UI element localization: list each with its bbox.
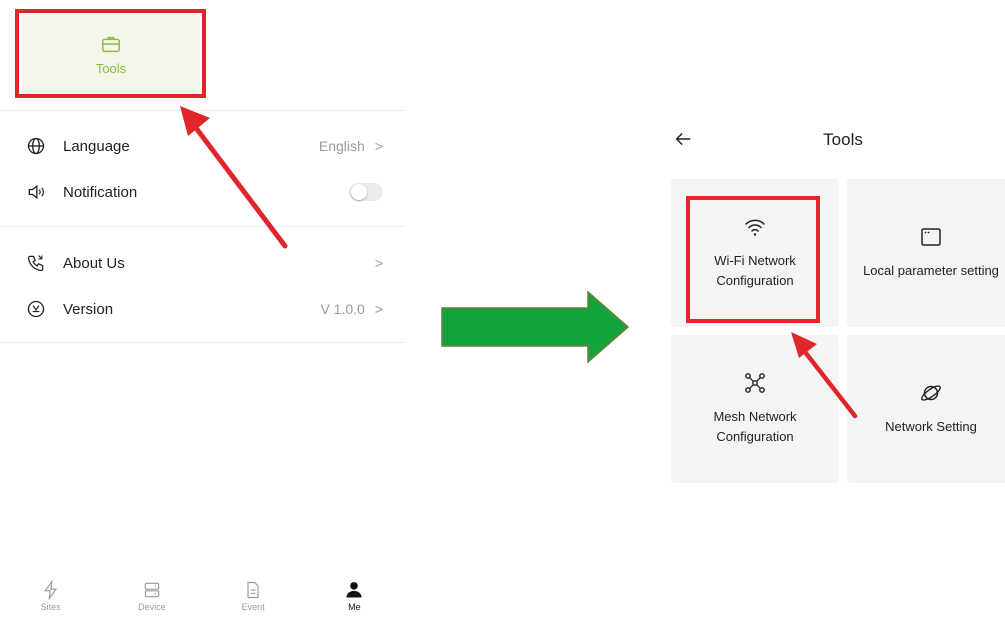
tab-event-label: Event xyxy=(241,602,265,612)
tools-button[interactable]: Tools xyxy=(22,14,200,94)
bottom-tab-bar: Sites Device Event Me xyxy=(0,576,405,622)
chevron-right-icon: > xyxy=(374,255,383,271)
tab-device-label: Device xyxy=(138,602,166,612)
me-screen: Tools Language English > Notification Ab… xyxy=(0,0,405,622)
chevron-right-icon: > xyxy=(374,301,383,317)
planet-icon xyxy=(921,385,941,401)
wifi-network-configuration-tile[interactable]: Wi-Fi Network Configuration xyxy=(671,179,839,327)
pointer-arrow-to-tools xyxy=(180,106,288,249)
chevron-right-icon: > xyxy=(374,138,383,154)
page-title: Tools xyxy=(823,130,863,149)
divider xyxy=(0,342,405,343)
tile-label-line2: Configuration xyxy=(716,273,794,288)
tab-me-label: Me xyxy=(348,602,361,612)
server-icon xyxy=(144,582,160,598)
tab-sites[interactable]: Sites xyxy=(0,576,101,622)
tile-label-line2: Configuration xyxy=(716,429,794,444)
tab-event[interactable]: Event xyxy=(203,576,304,622)
speaker-icon xyxy=(25,181,47,203)
version-label: Version xyxy=(63,300,114,318)
tools-label: Tools xyxy=(95,60,127,76)
window-icon xyxy=(921,228,941,246)
briefcase-icon xyxy=(102,36,120,52)
flow-arrow-right xyxy=(441,290,630,364)
tab-device[interactable]: Device xyxy=(101,576,202,622)
tab-me[interactable]: Me xyxy=(304,576,405,622)
tile-label-line1: Local parameter setting xyxy=(863,263,999,278)
person-icon xyxy=(346,582,362,598)
version-row[interactable]: Version V 1.0.0 > xyxy=(0,289,405,329)
notification-toggle[interactable] xyxy=(349,183,383,201)
bolt-icon xyxy=(43,580,57,600)
version-value: V 1.0.0 xyxy=(320,301,365,317)
tools-screen: Tools Wi-Fi Network Configuration Local … xyxy=(660,0,1005,622)
language-value: English xyxy=(318,138,365,154)
tile-label-line1: Wi-Fi Network xyxy=(714,253,796,268)
network-setting-tile[interactable]: Network Setting xyxy=(847,335,1005,483)
document-icon xyxy=(247,581,259,599)
tile-label-line1: Network Setting xyxy=(885,419,977,434)
mesh-icon xyxy=(745,373,765,393)
wifi-icon xyxy=(745,219,765,236)
globe-icon xyxy=(25,135,47,157)
phone-icon xyxy=(25,252,47,274)
version-icon xyxy=(25,298,47,320)
pointer-arrow-to-wifi xyxy=(791,332,858,419)
tab-sites-label: Sites xyxy=(40,602,61,612)
local-parameter-setting-tile[interactable]: Local parameter setting xyxy=(847,179,1005,327)
